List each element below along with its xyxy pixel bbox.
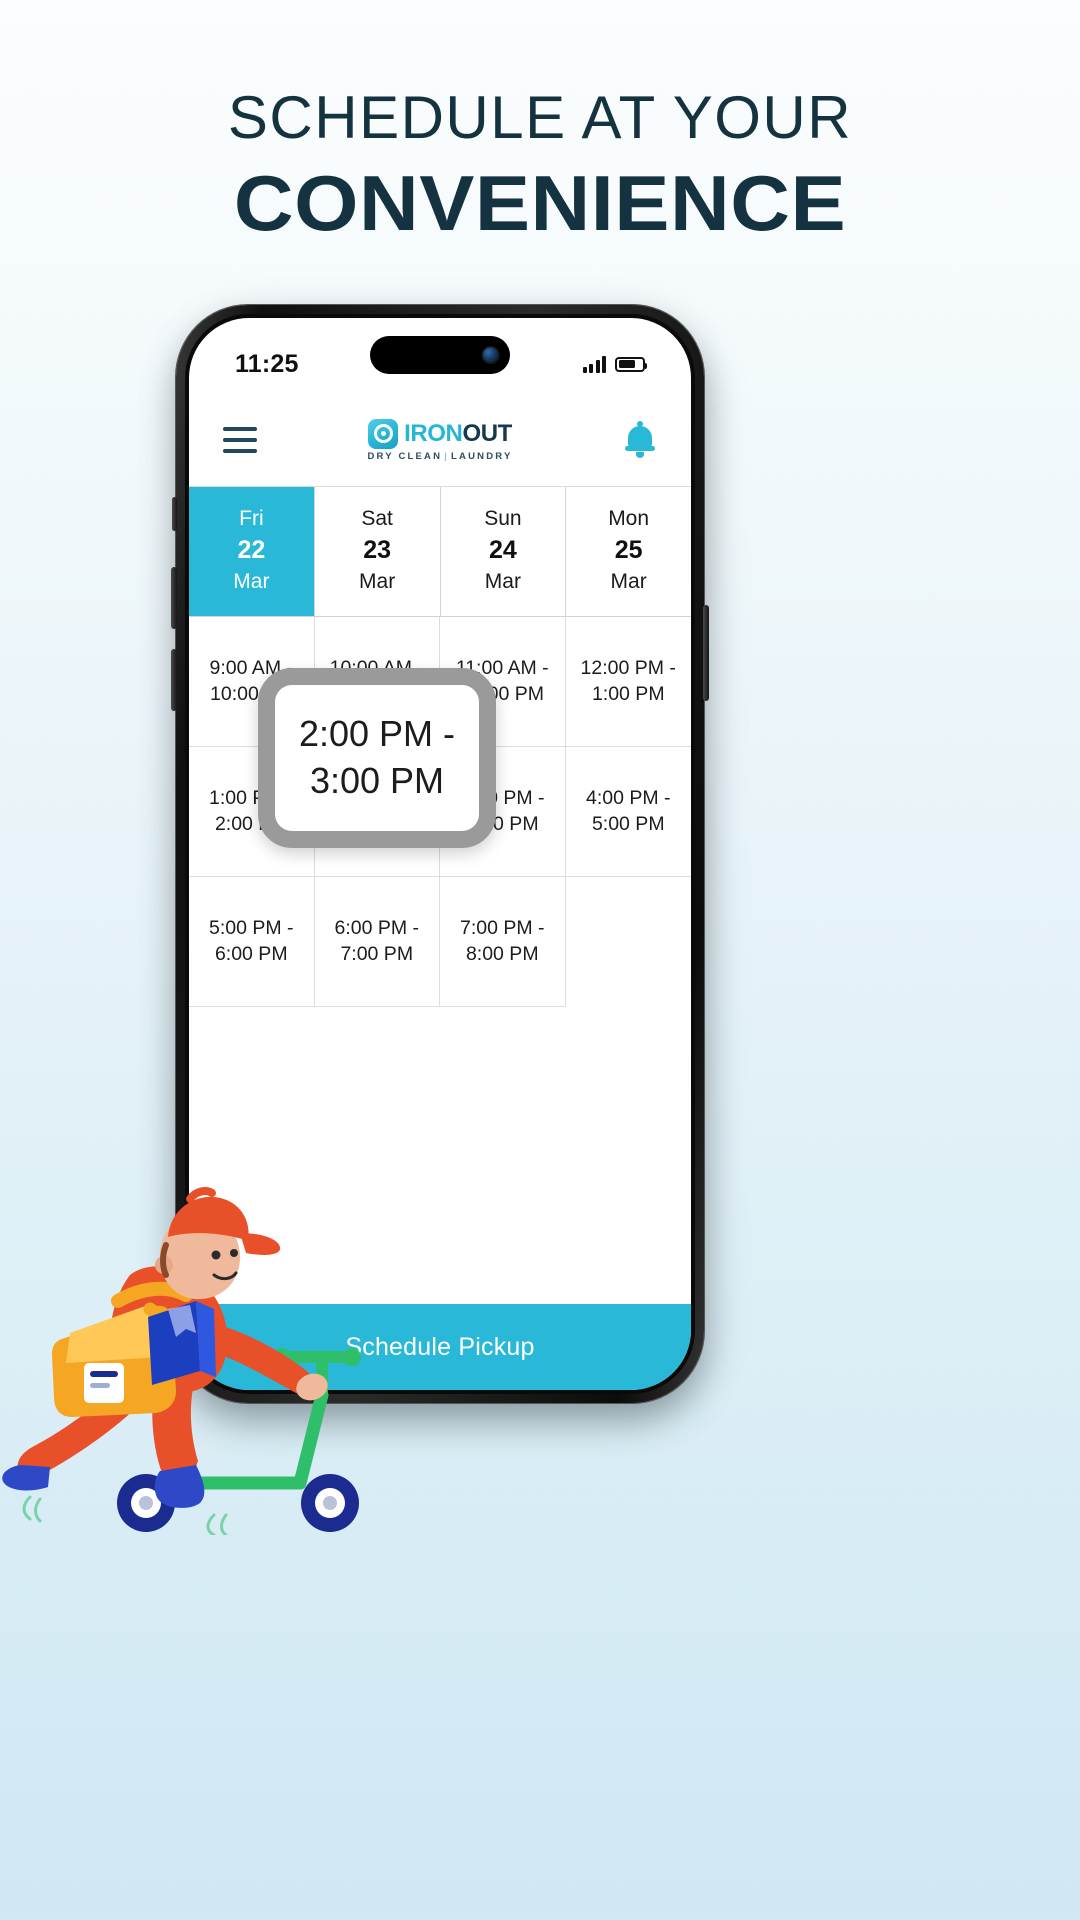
app-header: IRONOUT DRY CLEAN | LAUNDRY [189,394,691,486]
date-tab-month: Mar [359,570,396,593]
date-tab-dow: Sat [361,507,393,530]
time-slot[interactable]: 4:00 PM - 5:00 PM [565,747,691,877]
logo-name-part2: OUT [462,419,512,447]
ironout-washer-icon [368,418,399,449]
date-tab-day: 22 [237,536,266,564]
magnifier-overlay: 2:00 PM - 3:00 PM [258,668,496,848]
date-tab-day: 24 [488,536,517,564]
time-slot[interactable]: 5:00 PM - 6:00 PM [189,877,315,1007]
bell-icon[interactable] [623,421,657,459]
time-slot[interactable]: 6:00 PM - 7:00 PM [314,877,440,1007]
date-selector: Fri 22 Mar Sat 23 Mar Sun 24 Mar Mon 25 … [189,486,691,616]
promo-heading-line2: CONVENIENCE [233,159,847,247]
dynamic-island [370,336,510,374]
date-tab-day: 23 [363,536,392,564]
date-tab-dow: Mon [608,507,650,530]
volume-down-button[interactable] [171,649,177,711]
time-slot-empty [565,877,691,1007]
time-slot[interactable]: 7:00 PM - 8:00 PM [440,877,566,1007]
promo-heading-line1: SCHEDULE AT YOUR [227,84,853,151]
date-tab-dow: Fri [239,507,264,530]
date-tab-fri-22[interactable]: Fri 22 Mar [189,487,315,616]
power-button[interactable] [703,605,709,701]
front-camera-icon [483,347,498,363]
courier-head [155,1187,281,1300]
silent-switch[interactable] [172,497,177,531]
date-tab-dow: Sun [484,507,522,530]
status-bar-time: 11:25 [235,349,299,378]
ironout-logo: IRONOUT DRY CLEAN | LAUNDRY [367,418,512,462]
courier-on-scooter-illustration [0,1095,420,1537]
logo-tagline-right: LAUNDRY [451,450,513,462]
hamburger-menu-icon[interactable] [223,427,257,453]
status-bar: 11:25 [189,318,691,394]
battery-icon [615,356,647,372]
promo-heading: SCHEDULE AT YOUR CONVENIENCE [0,88,1080,247]
logo-tagline-left: DRY CLEAN [367,450,443,462]
status-bar-icons [582,355,647,373]
cellular-bars-icon [582,355,606,373]
magnifier-line2: 3:00 PM [309,760,445,801]
logo-tagline: DRY CLEAN | LAUNDRY [367,451,512,462]
magnifier-line1: 2:00 PM - [298,713,456,755]
date-tab-month: Mar [233,570,270,593]
date-tab-month: Mar [610,570,647,593]
logo-tagline-separator: | [444,450,450,462]
date-tab-mon-25[interactable]: Mon 25 Mar [566,487,691,616]
logo-name-part1: IRON [404,419,463,447]
time-slot[interactable]: 12:00 PM - 1:00 PM [565,617,691,747]
volume-up-button[interactable] [171,567,177,629]
date-tab-month: Mar [484,570,521,593]
date-tab-sat-23[interactable]: Sat 23 Mar [314,487,441,616]
date-tab-day: 25 [614,536,643,564]
magnifier-text: 2:00 PM - 3:00 PM [299,711,455,805]
date-tab-sun-24[interactable]: Sun 24 Mar [440,487,567,616]
